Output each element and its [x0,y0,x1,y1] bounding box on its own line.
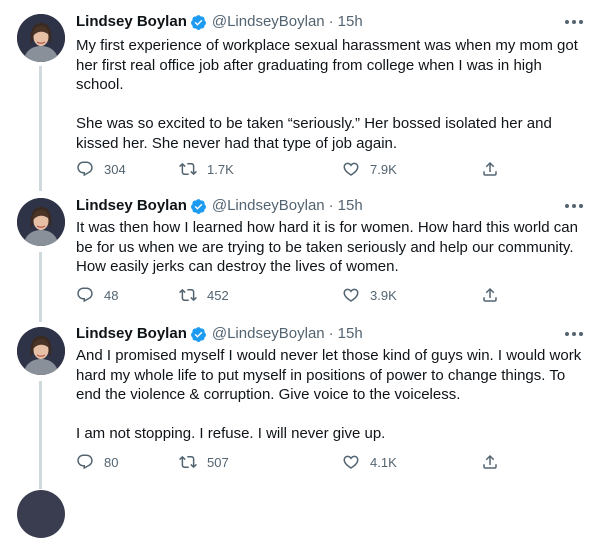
verified-badge-icon [190,14,206,30]
tweet-paragraph: And I promised myself I would never let … [76,347,582,403]
tweet-header: Lindsey Boylan @LindseyBoylan · 15h [76,196,363,216]
thread-line [39,252,42,322]
heart-icon [343,455,359,469]
tweet-timestamp[interactable]: 15h [338,196,363,216]
tweet-actions: 304 1.7K 7.9K [76,159,516,179]
share-button[interactable] [481,159,499,179]
avatar[interactable] [17,14,65,62]
tweet-paragraph: I am not stopping. I refuse. I will neve… [76,425,386,442]
thread-line [39,66,42,191]
tweet-paragraph: My first experience of workplace sexual … [76,37,578,93]
retweet-icon [179,162,197,176]
like-button[interactable]: 4.1K [342,452,397,472]
more-icon[interactable] [565,199,583,213]
share-button[interactable] [481,452,499,472]
like-count: 4.1K [370,454,397,470]
more-icon[interactable] [565,327,583,341]
share-button[interactable] [481,285,499,305]
tweet-header: Lindsey Boylan @LindseyBoylan · 15h [76,324,363,344]
like-button[interactable]: 7.9K [342,159,397,179]
retweet-count: 507 [207,454,229,470]
author-name[interactable]: Lindsey Boylan [76,324,187,344]
reply-count: 304 [104,161,126,177]
like-count: 7.9K [370,161,397,177]
author-name[interactable]: Lindsey Boylan [76,196,187,216]
avatar[interactable] [17,198,65,246]
like-button[interactable]: 3.9K [342,285,397,305]
share-icon [483,287,497,302]
like-count: 3.9K [370,287,397,303]
author-handle[interactable]: @LindseyBoylan [212,196,325,216]
author-handle[interactable]: @LindseyBoylan [212,12,325,32]
separator-dot: · [328,197,334,214]
author-name[interactable]: Lindsey Boylan [76,12,187,32]
more-icon[interactable] [565,15,583,29]
retweet-count: 1.7K [207,161,234,177]
tweet-actions: 80 507 4.1K [76,452,516,472]
reply-button[interactable]: 48 [76,285,118,305]
tweet-paragraph: It was then how I learned how hard it is… [76,219,578,275]
separator-dot: · [328,325,334,342]
tweet-paragraph: She was so excited to be taken “seriousl… [76,115,552,152]
retweet-icon [179,288,197,302]
retweet-button[interactable]: 452 [179,285,229,305]
retweet-button[interactable]: 1.7K [179,159,234,179]
retweet-count: 452 [207,287,229,303]
share-icon [483,454,497,469]
tweet-timestamp[interactable]: 15h [338,324,363,344]
tweet-actions: 48 452 3.9K [76,285,516,305]
heart-icon [343,288,359,302]
reply-button[interactable]: 80 [76,452,118,472]
tweet-text: My first experience of workplace sexual … [76,36,588,153]
tweet-timestamp[interactable]: 15h [338,12,363,32]
retweet-button[interactable]: 507 [179,452,229,472]
tweet-text: And I promised myself I would never let … [76,346,588,444]
author-handle[interactable]: @LindseyBoylan [212,324,325,344]
reply-button[interactable]: 304 [76,159,126,179]
thread-line [39,381,42,489]
avatar[interactable] [17,490,65,538]
tweet-thread: Lindsey Boylan @LindseyBoylan · 15h My f… [0,0,599,538]
reply-icon [77,287,93,303]
reply-count: 48 [104,287,119,303]
avatar[interactable] [17,327,65,375]
verified-badge-icon [190,198,206,214]
share-icon [483,161,497,176]
reply-icon [77,161,93,177]
retweet-icon [179,455,197,469]
tweet-header: Lindsey Boylan @LindseyBoylan · 15h [76,12,363,32]
reply-icon [77,454,93,470]
tweet-text: It was then how I learned how hard it is… [76,218,588,277]
reply-count: 80 [104,454,119,470]
heart-icon [343,162,359,176]
verified-badge-icon [190,326,206,342]
separator-dot: · [328,13,334,30]
